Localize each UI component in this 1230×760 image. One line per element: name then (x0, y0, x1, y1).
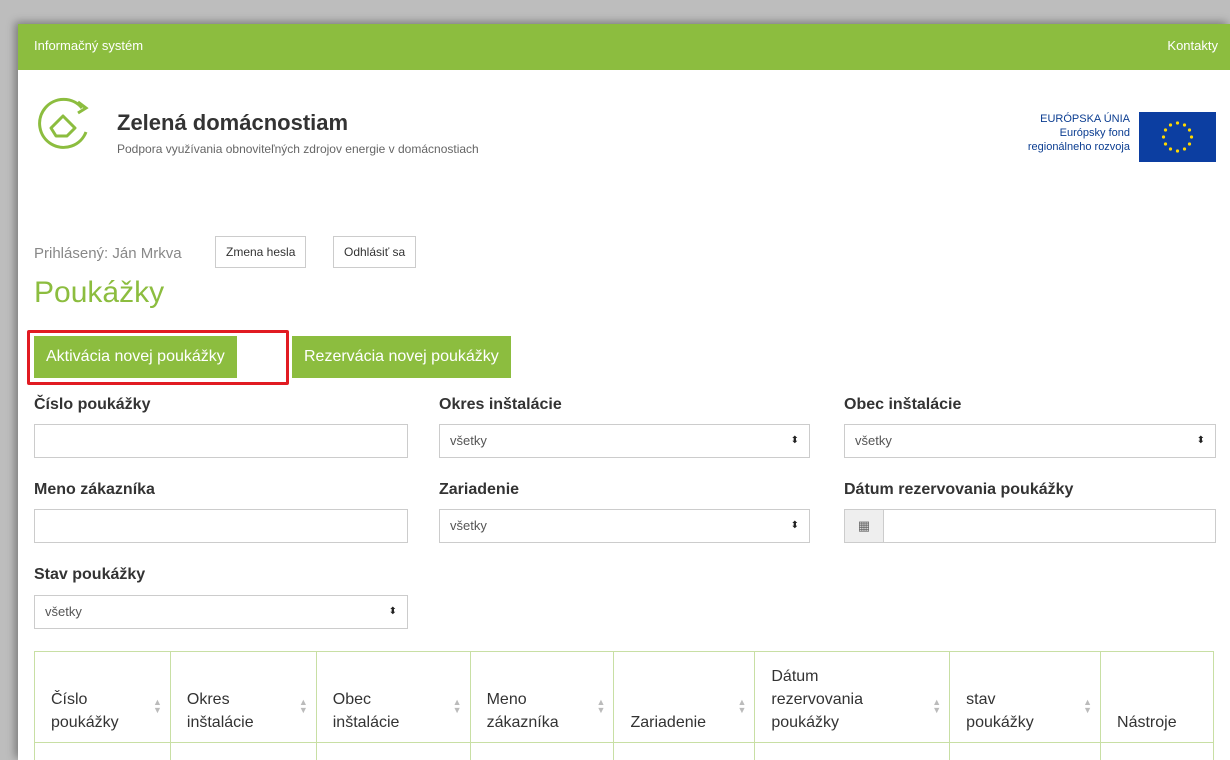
column-header-voucher-number[interactable]: Číslo poukážky ▲ ▼ (34, 651, 171, 743)
table-row (34, 742, 1214, 760)
select-arrows-icon: ⬍ (790, 520, 799, 531)
district-select-value: všetky (450, 433, 487, 448)
brand-subtitle: Podpora využívania obnoviteľných zdrojov… (117, 142, 479, 156)
status-select[interactable]: všetky ⬍ (34, 595, 408, 629)
sort-icon: ▲ ▼ (152, 697, 162, 715)
app-window: Informačný systém Kontakty Zelená domácn… (18, 24, 1230, 760)
header-text: stav (966, 691, 996, 708)
header-text: rezervovania (771, 691, 863, 708)
highlight-box (27, 330, 289, 385)
sort-icon: ▲ ▼ (298, 697, 308, 715)
select-arrows-icon: ⬍ (388, 606, 397, 617)
sort-icon: ▲ ▼ (452, 697, 462, 715)
voucher-number-input[interactable] (34, 424, 408, 458)
calendar-icon[interactable]: ▦ (844, 509, 884, 543)
page-title: Poukážky (34, 276, 165, 309)
logout-button[interactable]: Odhlásiť sa (333, 236, 417, 268)
district-select[interactable]: všetky ⬍ (439, 424, 810, 458)
voucher-number-label: Číslo poukážky (34, 396, 151, 413)
header-text: Číslo (51, 691, 88, 708)
select-arrows-icon: ⬍ (1196, 435, 1205, 446)
header-text: inštalácie (186, 714, 254, 731)
sort-icon: ▲ ▼ (932, 697, 942, 715)
column-header-device[interactable]: Zariadenie ▲ ▼ (613, 651, 756, 743)
header-text: poukážky (966, 714, 1034, 731)
header-text: poukážky (51, 714, 119, 731)
header-text: Okres (186, 691, 230, 708)
vouchers-table: Číslo poukážky ▲ ▼ Okres inštalácie ▲ ▼ Ob… (34, 651, 1214, 760)
eu-line3: regionálneho rozvoja (1027, 141, 1130, 153)
table-cell (315, 742, 471, 760)
sort-icon: ▲ ▼ (737, 697, 747, 715)
municipality-select-value: všetky (855, 433, 892, 448)
header-text: inštalácie (332, 714, 400, 731)
eu-text: EURÓPSKA ÚNIA Európsky fond regionálneho… (1028, 112, 1130, 154)
reservation-date-input[interactable] (883, 509, 1216, 543)
eu-line1: EURÓPSKA ÚNIA (1040, 113, 1130, 125)
municipality-select[interactable]: všetky ⬍ (844, 424, 1216, 458)
header-text: Meno (486, 691, 527, 708)
reserve-voucher-button[interactable]: Rezervácia novej poukážky (292, 336, 511, 378)
top-navbar: Informačný systém Kontakty (18, 24, 1230, 70)
logged-in-user: Prihlásený: Ján Mrkva (34, 245, 182, 262)
header-text: poukážky (771, 714, 839, 731)
table-cell (613, 742, 756, 760)
nav-information-system[interactable]: Informačný systém (34, 38, 143, 53)
column-header-municipality[interactable]: Obec inštalácie ▲ ▼ (315, 651, 471, 743)
header-text: Zariadenie (630, 714, 707, 731)
house-arrow-logo-icon (38, 97, 89, 149)
device-select[interactable]: všetky ⬍ (439, 509, 810, 543)
eu-line2: Európsky fond (1059, 127, 1130, 139)
device-select-value: všetky (450, 518, 487, 533)
column-header-status[interactable]: stav poukážky ▲ ▼ (949, 651, 1102, 743)
status-label: Stav poukážky (34, 566, 146, 583)
table-header-row: Číslo poukážky ▲ ▼ Okres inštalácie ▲ ▼ Ob… (34, 651, 1214, 743)
reservation-date-label: Dátum rezervovania poukážky (844, 481, 1074, 498)
brand-title: Zelená domácnostiam (117, 110, 349, 135)
column-header-customer-name[interactable]: Meno zákazníka ▲ ▼ (469, 651, 615, 743)
column-header-tools: Nástroje (1100, 651, 1214, 743)
eu-flag-icon (1139, 112, 1216, 162)
change-password-button[interactable]: Zmena hesla (215, 236, 307, 268)
status-select-value: všetky (45, 604, 82, 619)
table-cell (469, 742, 615, 760)
table-cell (1100, 742, 1214, 760)
sort-icon: ▲ ▼ (1083, 697, 1093, 715)
district-label: Okres inštalácie (439, 396, 562, 413)
table-cell (754, 742, 951, 760)
table-cell (169, 742, 317, 760)
customer-name-input[interactable] (34, 509, 408, 543)
header-text: Nástroje (1117, 714, 1177, 731)
column-header-district[interactable]: Okres inštalácie ▲ ▼ (169, 651, 317, 743)
device-label: Zariadenie (439, 481, 520, 498)
table-cell (949, 742, 1102, 760)
nav-contacts[interactable]: Kontakty (1167, 38, 1218, 53)
select-arrows-icon: ⬍ (790, 435, 799, 446)
column-header-reservation-date[interactable]: Dátum rezervovania poukážky ▲ ▼ (754, 651, 951, 743)
header-text: Dátum (771, 668, 819, 685)
header-text: zákazníka (486, 714, 559, 731)
header-text: Obec (332, 691, 371, 708)
municipality-label: Obec inštalácie (844, 396, 962, 413)
sort-icon: ▲ ▼ (596, 697, 606, 715)
table-cell (34, 742, 171, 760)
customer-name-label: Meno zákazníka (34, 481, 155, 498)
